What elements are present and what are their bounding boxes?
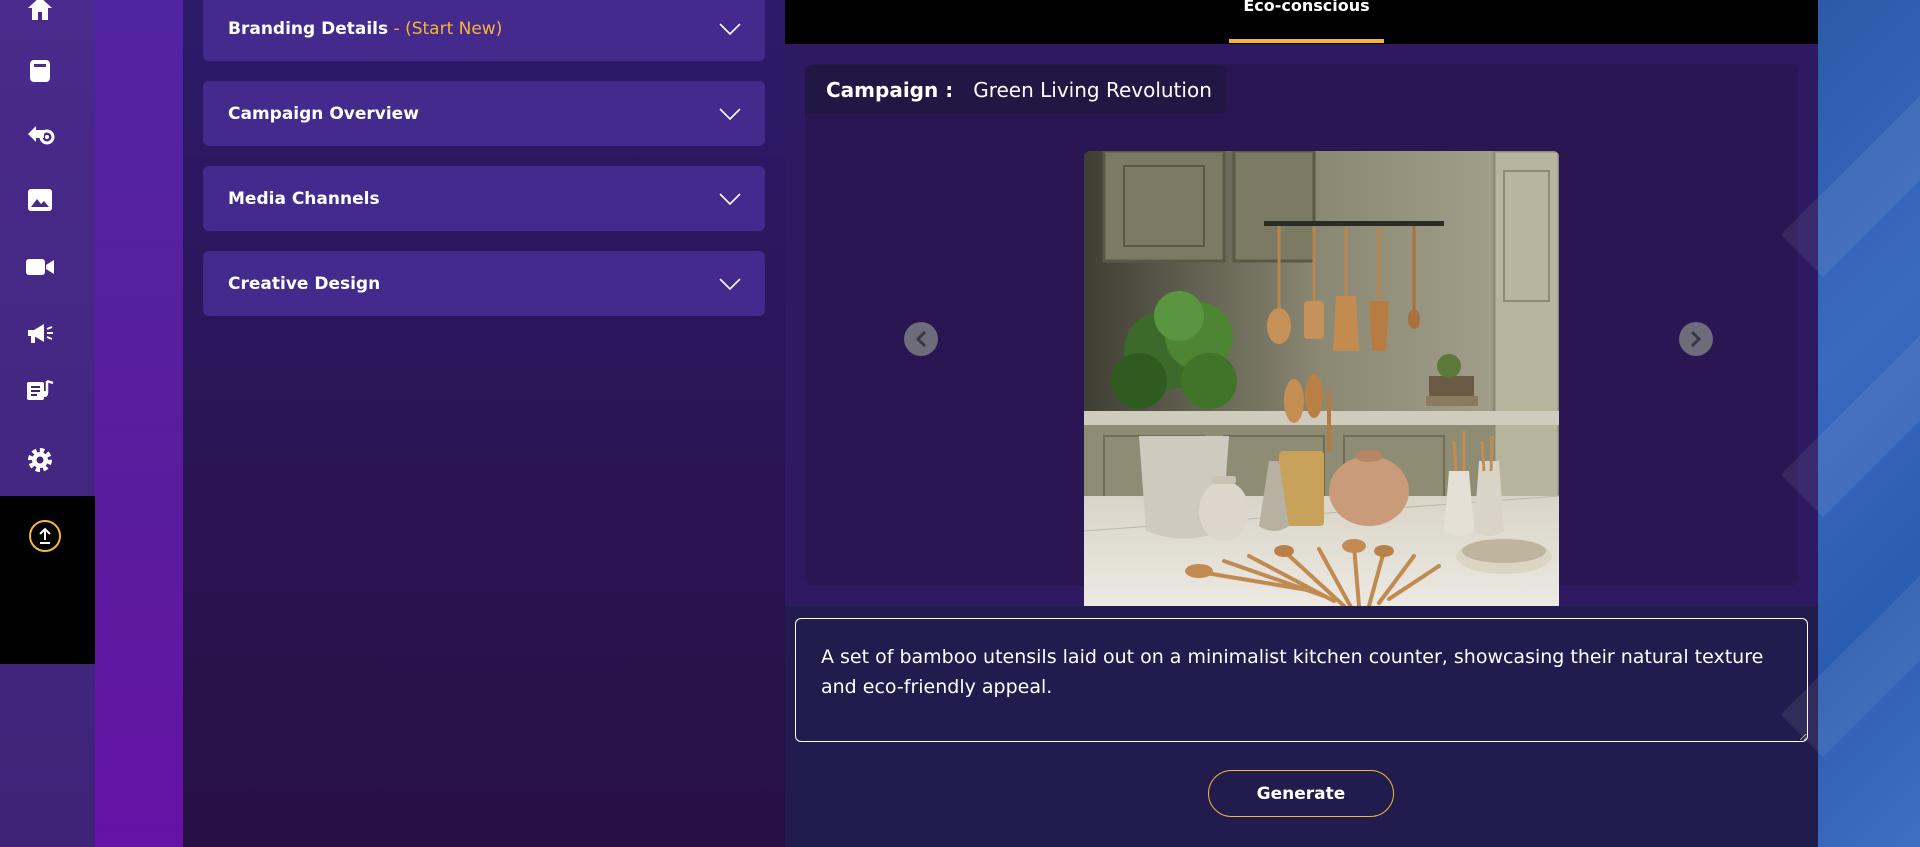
background-decoration <box>1780 0 1920 847</box>
accordion-creative-design[interactable]: Creative Design <box>203 251 765 316</box>
tab-bar: Eco-conscious <box>785 0 1818 44</box>
generated-image <box>1084 151 1559 626</box>
accordion-title: Creative Design <box>228 273 381 294</box>
home-icon[interactable] <box>24 0 56 24</box>
background-strip <box>95 0 183 847</box>
main-content: Eco-conscious Campaign : Green Living Re… <box>785 0 1818 847</box>
chevron-down-icon <box>719 192 741 205</box>
tab-eco-conscious[interactable]: Eco-conscious <box>1229 0 1384 44</box>
campaign-settings-panel: Branding Details - (Start New) Campaign … <box>183 0 785 847</box>
campaign-name-badge: Campaign : Green Living Revolution <box>805 65 1226 114</box>
chevron-right-icon <box>1690 330 1702 348</box>
campaign-label: Campaign : <box>826 77 954 102</box>
accordion-branding-details[interactable]: Branding Details - (Start New) <box>203 0 765 61</box>
image-carousel: Campaign : Green Living Revolution <box>805 64 1798 626</box>
accordion-media-channels[interactable]: Media Channels <box>203 166 765 231</box>
accordion-campaign-overview[interactable]: Campaign Overview <box>203 81 765 146</box>
gear-icon[interactable] <box>24 444 56 476</box>
chevron-left-icon <box>915 330 927 348</box>
save-icon[interactable] <box>24 55 56 87</box>
chevron-down-icon <box>719 22 741 35</box>
accordion-title: Campaign Overview <box>228 103 419 124</box>
accordion-title: Branding Details <box>228 18 389 39</box>
megaphone-icon[interactable] <box>24 317 56 349</box>
music-text-icon[interactable] <box>24 377 56 409</box>
accordion-subtitle: - (Start New) <box>388 18 503 39</box>
icon-sidebar <box>0 0 95 847</box>
prompt-section: A set of bamboo utensils laid out on a m… <box>785 606 1818 847</box>
active-tab-indicator <box>1229 39 1384 43</box>
upload-icon[interactable] <box>29 520 61 552</box>
generate-button[interactable]: Generate <box>1208 770 1394 817</box>
accordion-title: Media Channels <box>228 188 380 209</box>
image-icon[interactable] <box>24 184 56 216</box>
brain-gear-icon[interactable] <box>24 119 56 151</box>
next-image-button[interactable] <box>1679 322 1713 356</box>
chevron-down-icon <box>719 277 741 290</box>
campaign-name: Green Living Revolution <box>973 77 1212 102</box>
prompt-textarea[interactable]: A set of bamboo utensils laid out on a m… <box>795 618 1808 742</box>
chevron-down-icon <box>719 107 741 120</box>
video-icon[interactable] <box>24 251 56 283</box>
previous-image-button[interactable] <box>904 322 938 356</box>
